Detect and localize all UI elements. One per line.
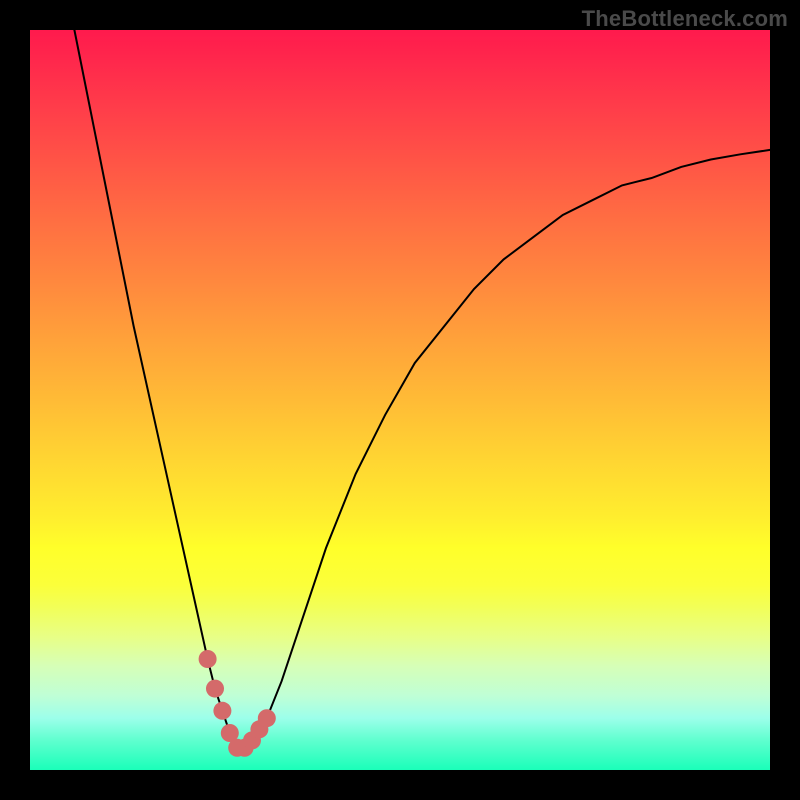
bottleneck-curve [74, 30, 770, 748]
chart-frame: TheBottleneck.com [0, 0, 800, 800]
optimal-marker [199, 650, 217, 668]
optimal-marker [206, 680, 224, 698]
optimal-range-markers [199, 650, 276, 757]
plot-area [30, 30, 770, 770]
optimal-marker [213, 702, 231, 720]
chart-svg [30, 30, 770, 770]
optimal-marker [258, 709, 276, 727]
watermark-text: TheBottleneck.com [582, 6, 788, 32]
